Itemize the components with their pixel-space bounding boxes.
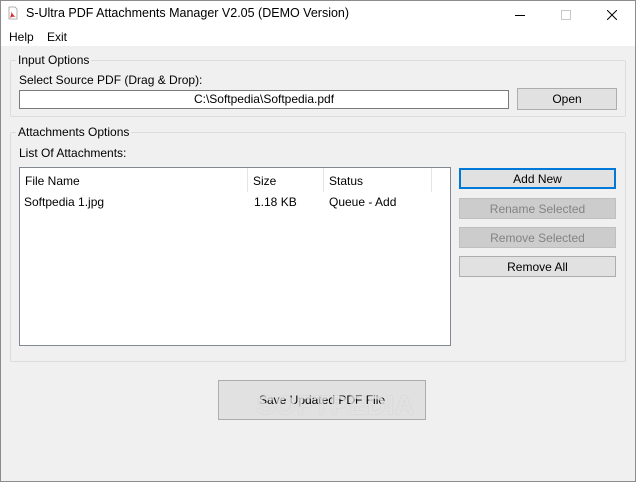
save-updated-pdf-button[interactable]: Save Updated PDF File [218, 380, 426, 420]
title-bar[interactable]: S-Ultra PDF Attachments Manager V2.05 (D… [1, 1, 635, 28]
app-window: S-Ultra PDF Attachments Manager V2.05 (D… [0, 0, 636, 482]
source-pdf-label: Select Source PDF (Drag & Drop): [19, 73, 203, 87]
add-new-button[interactable]: Add New [459, 168, 616, 189]
maximize-button[interactable] [543, 1, 589, 28]
maximize-icon [561, 9, 571, 20]
window-title: S-Ultra PDF Attachments Manager V2.05 (D… [26, 6, 350, 20]
row-status: Queue - Add [329, 195, 397, 209]
remove-all-button[interactable]: Remove All [459, 256, 616, 277]
minimize-button[interactable] [497, 1, 543, 28]
column-status[interactable]: Status [324, 168, 432, 192]
row-file-name: Softpedia 1.jpg [24, 195, 105, 209]
input-options-title: Input Options [16, 53, 92, 67]
table-row[interactable]: Softpedia 1.jpg 1.18 KB Queue - Add [20, 194, 450, 212]
open-button[interactable]: Open [517, 88, 617, 110]
menu-bar: Help Exit [1, 28, 635, 46]
row-size: 1.18 KB [254, 195, 297, 209]
minimize-icon [515, 14, 525, 16]
close-icon [607, 9, 617, 20]
column-size[interactable]: Size [248, 168, 324, 192]
rename-selected-button[interactable]: Rename Selected [459, 198, 616, 219]
attachments-list-label: List Of Attachments: [19, 146, 127, 160]
menu-exit[interactable]: Exit [47, 30, 67, 44]
attachments-list[interactable]: File Name Size Status Softpedia 1.jpg 1.… [19, 167, 451, 346]
source-pdf-input[interactable]: C:\Softpedia\Softpedia.pdf [19, 90, 509, 109]
list-header: File Name Size Status [20, 168, 450, 192]
pdf-app-icon [8, 6, 18, 20]
menu-help[interactable]: Help [9, 30, 34, 44]
attachments-options-title: Attachments Options [16, 125, 132, 139]
remove-selected-button[interactable]: Remove Selected [459, 227, 616, 248]
close-button[interactable] [589, 1, 635, 28]
column-file-name[interactable]: File Name [20, 168, 248, 192]
